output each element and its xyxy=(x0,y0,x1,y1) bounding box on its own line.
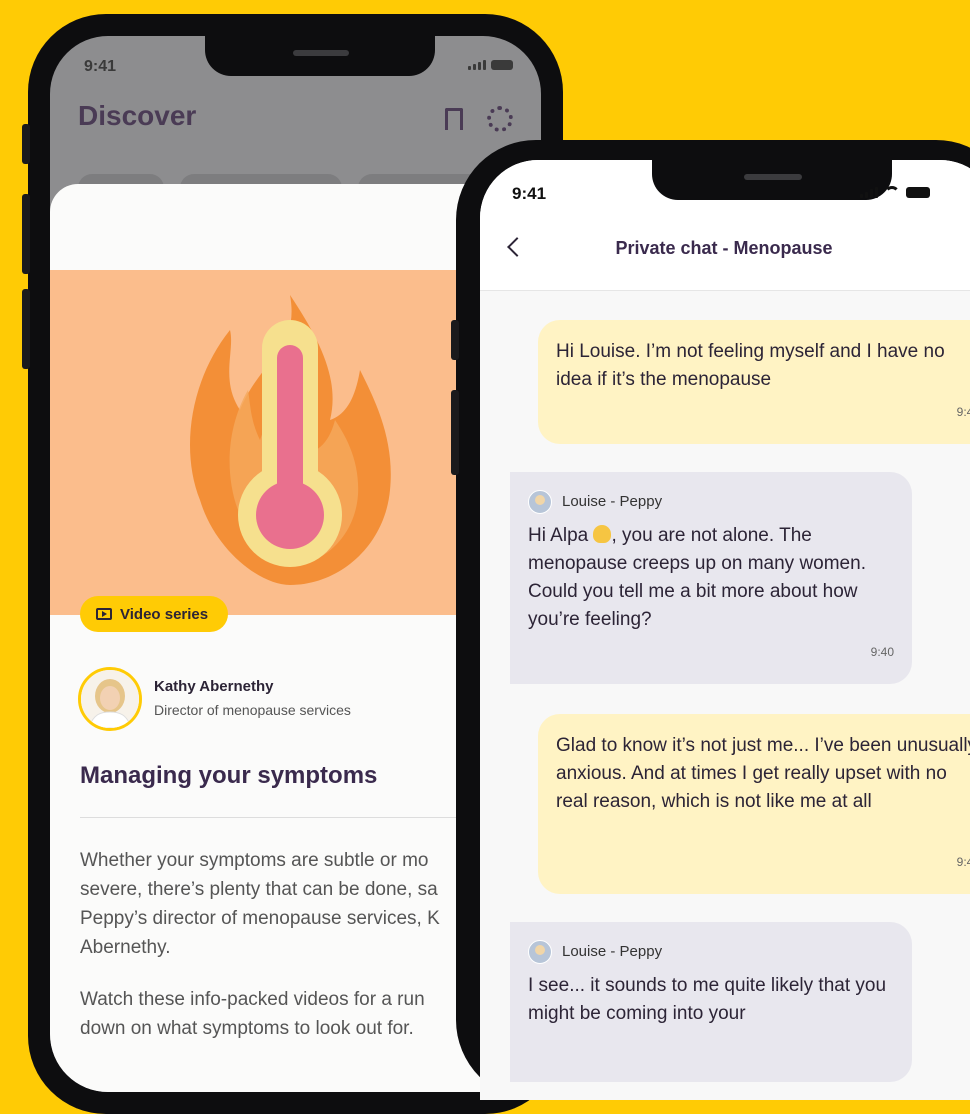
article-paragraph: Watch these info-packed videos for a run… xyxy=(80,989,425,1039)
status-icons xyxy=(860,186,930,198)
chat-phone: 9:41 Private chat - Menopause Hi Louise.… xyxy=(451,140,970,1100)
article-body: Whether your symptoms are subtle or mo s… xyxy=(80,846,480,1066)
battery-icon xyxy=(491,60,513,70)
message-text: Glad to know it’s not just me... I’ve be… xyxy=(556,735,970,812)
phone-side-button xyxy=(22,124,30,164)
message-bubble-sent: Hi Louise. I’m not feeling myself and I … xyxy=(538,320,970,444)
message-sender: Louise - Peppy xyxy=(528,938,892,966)
chat-screen: 9:41 Private chat - Menopause Hi Louise.… xyxy=(480,160,970,1100)
message-time: 9:40 xyxy=(870,645,894,659)
bookmark-icon[interactable] xyxy=(445,108,463,130)
gear-icon[interactable] xyxy=(487,106,513,132)
status-icons xyxy=(468,60,513,70)
wifi-icon xyxy=(884,186,900,198)
avatar xyxy=(528,940,552,964)
waving-hand-icon xyxy=(593,525,612,543)
message-bubble-received: Louise - Peppy I see... it sounds to me … xyxy=(510,922,912,1082)
author-role: Director of menopause services xyxy=(154,702,351,718)
message-time: 9:40 xyxy=(956,405,970,419)
phone-side-button xyxy=(451,320,459,360)
status-time: 9:41 xyxy=(84,58,117,75)
message-text: Hi Louise. I’m not feeling myself and I … xyxy=(556,341,945,390)
message-sender: Louise - Peppy xyxy=(528,488,892,516)
status-time: 9:41 xyxy=(512,184,547,203)
phone-side-button xyxy=(22,194,30,274)
chat-header: 9:41 Private chat - Menopause xyxy=(480,160,970,291)
message-text: I see... it sounds to me quite likely th… xyxy=(528,975,887,1024)
message-text: Hi Alpa , you are not alone. The menopau… xyxy=(528,525,866,630)
phone-notch xyxy=(652,160,892,200)
video-series-badge[interactable]: Video series xyxy=(80,596,229,632)
battery-icon xyxy=(906,187,930,198)
page-title: Discover xyxy=(78,100,197,131)
phone-side-button xyxy=(22,289,30,369)
signal-icon xyxy=(468,60,486,70)
message-bubble-sent: Glad to know it’s not just me... I’ve be… xyxy=(538,714,970,894)
article-paragraph: Whether your symptoms are subtle or mo s… xyxy=(80,850,440,958)
avatar xyxy=(528,490,552,514)
badge-label: Video series xyxy=(120,605,209,623)
chat-title: Private chat - Menopause xyxy=(615,238,833,258)
author-name: Kathy Abernethy xyxy=(154,678,274,695)
avatar[interactable] xyxy=(78,667,142,731)
message-time: 9:40 xyxy=(956,855,970,869)
phone-notch xyxy=(205,36,435,76)
message-bubble-received: Louise - Peppy Hi Alpa , you are not alo… xyxy=(510,472,912,684)
phone-side-button xyxy=(451,390,459,475)
article-title: Managing your symptoms xyxy=(80,762,378,789)
signal-icon xyxy=(860,187,878,198)
video-play-icon xyxy=(96,608,112,620)
thermometer-flame-icon xyxy=(190,295,391,585)
